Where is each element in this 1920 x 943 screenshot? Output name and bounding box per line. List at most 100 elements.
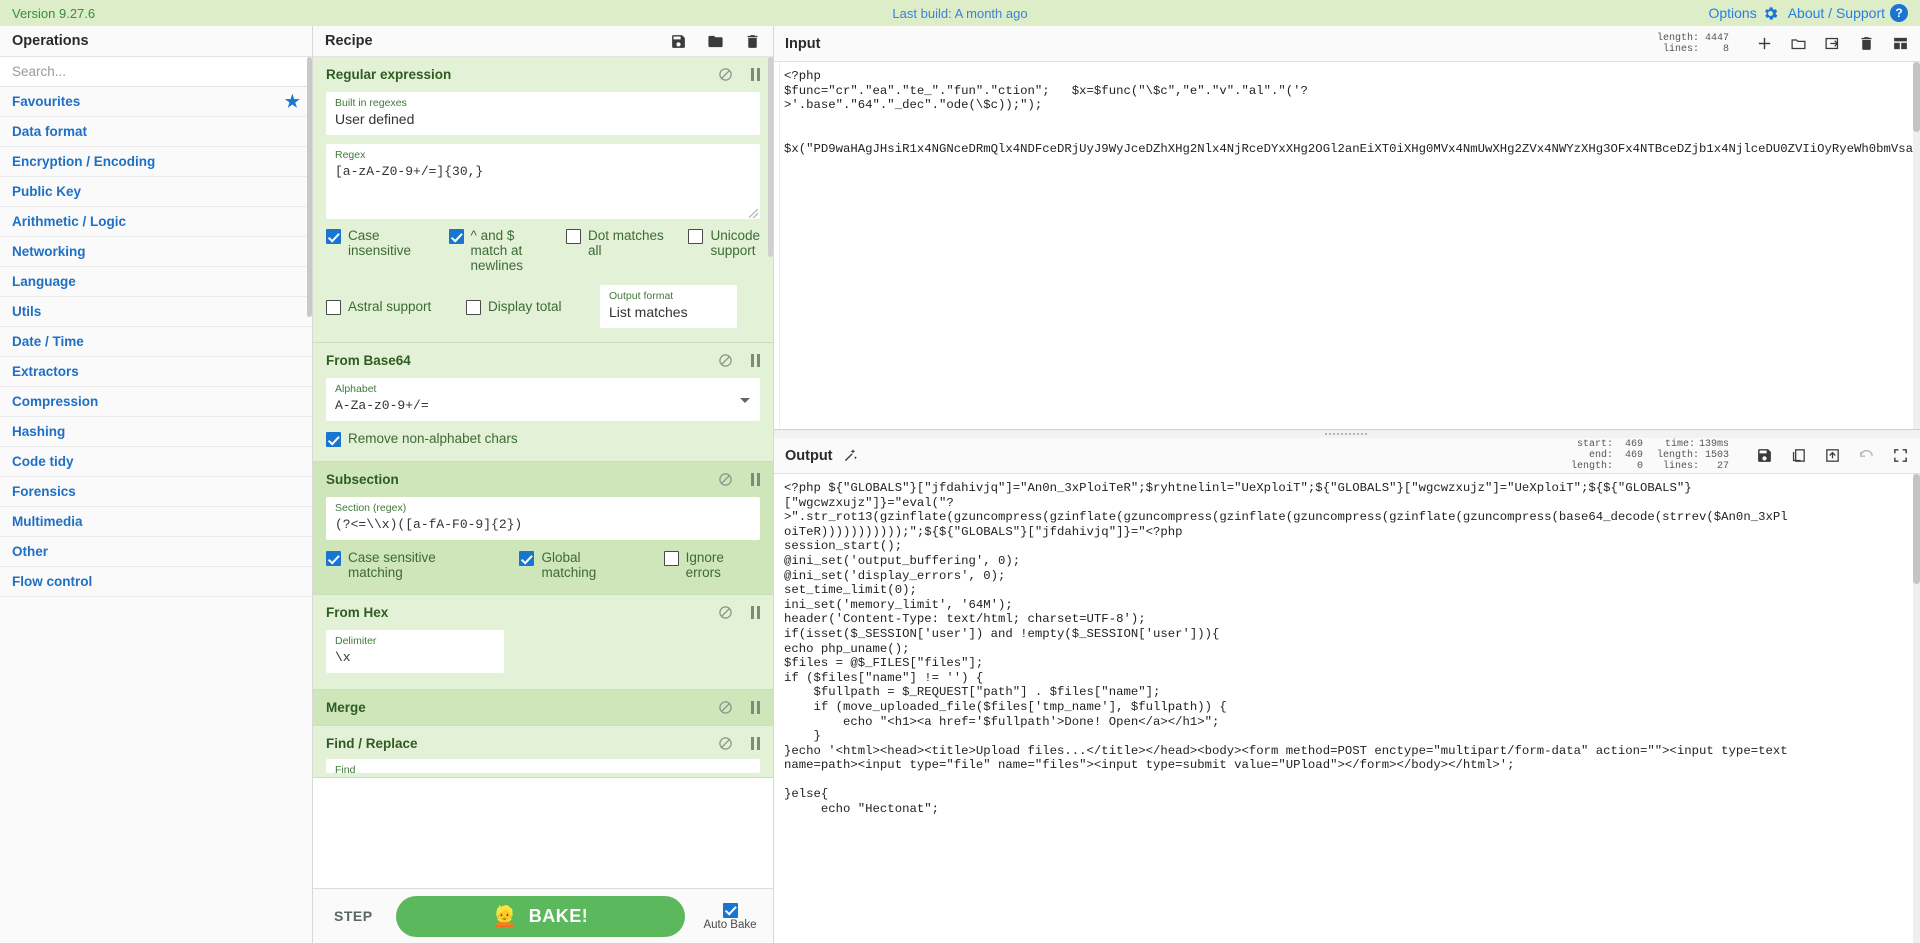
operations-category-data-format[interactable]: Data format: [0, 117, 312, 147]
breakpoint-pause-icon[interactable]: [750, 473, 760, 486]
operations-category-public-key[interactable]: Public Key: [0, 177, 312, 207]
output-format-field[interactable]: Output format List matches: [600, 285, 737, 328]
gear-icon[interactable]: [1762, 5, 1779, 22]
checkbox-display-total[interactable]: Display total: [466, 299, 578, 315]
recipe-op-from-base64[interactable]: From Base64 Alphabet A-Za-z0-9+/= Remove…: [313, 343, 773, 462]
operations-category-hashing[interactable]: Hashing: [0, 417, 312, 447]
checkbox-box[interactable]: [722, 902, 738, 918]
checkbox-unicode-support[interactable]: Unicode support: [688, 228, 760, 258]
disable-icon[interactable]: [718, 605, 733, 620]
operations-category-code-tidy[interactable]: Code tidy: [0, 447, 312, 477]
operations-category-flow-control[interactable]: Flow control: [0, 567, 312, 597]
input-text[interactable]: <?php $func="cr"."ea"."te_"."fun"."ction…: [774, 62, 1920, 429]
save-icon[interactable]: [670, 33, 687, 50]
operations-category-language[interactable]: Language: [0, 267, 312, 297]
output-format-label: Output format: [609, 290, 674, 302]
output-scrollbar[interactable]: [1913, 474, 1920, 943]
save-icon[interactable]: [1756, 447, 1773, 464]
builtin-regexes-field[interactable]: Built in regexes User defined: [326, 92, 760, 135]
breakpoint-pause-icon[interactable]: [750, 68, 760, 81]
checkbox-box[interactable]: [663, 551, 679, 566]
search-input[interactable]: [0, 57, 312, 86]
alphabet-field[interactable]: Alphabet A-Za-z0-9+/=: [326, 378, 760, 421]
maximise-icon[interactable]: [1892, 447, 1909, 464]
operations-category-other[interactable]: Other: [0, 537, 312, 567]
operations-category-utils[interactable]: Utils: [0, 297, 312, 327]
recipe-op-subsection[interactable]: Subsection Section (regex) (?<=\\x)([a-f…: [313, 462, 773, 595]
bake-button[interactable]: 👱 BAKE!: [395, 895, 685, 937]
find-field[interactable]: Find: [326, 759, 760, 773]
open-folder-icon[interactable]: [1790, 35, 1807, 52]
add-tab-icon[interactable]: [1756, 35, 1773, 52]
section-regex-field[interactable]: Section (regex) (?<=\\x)([a-fA-F0-9]{2}): [326, 497, 760, 540]
operations-category-forensics[interactable]: Forensics: [0, 477, 312, 507]
tabs-icon[interactable]: [1892, 35, 1909, 52]
checkbox-box[interactable]: [565, 229, 581, 244]
about-support-link[interactable]: About / Support ?: [1788, 4, 1908, 22]
io-splitter[interactable]: [774, 430, 1920, 438]
breakpoint-pause-icon[interactable]: [750, 701, 760, 714]
operations-category-date-time[interactable]: Date / Time: [0, 327, 312, 357]
operations-category-multimedia[interactable]: Multimedia: [0, 507, 312, 537]
recipe-op-regular-expression[interactable]: Regular expression Built in regexes User…: [313, 57, 773, 343]
checkbox-case-sensitive-matching[interactable]: Case sensitive matching: [326, 550, 489, 580]
magic-wand-icon[interactable]: [842, 447, 859, 464]
checkbox-box[interactable]: [688, 229, 704, 244]
output-text[interactable]: <?php ${"GLOBALS"}["jfdahivjq"]="An0n_3x…: [774, 474, 1920, 943]
recipe-op-from-hex[interactable]: From Hex Delimiter \x: [313, 595, 773, 690]
recipe-scrollbar[interactable]: [768, 57, 773, 257]
input-scrollbar[interactable]: [1913, 62, 1920, 429]
operations-category-extractors[interactable]: Extractors: [0, 357, 312, 387]
recipe-op-merge[interactable]: Merge: [313, 690, 773, 726]
recipe-op-find-replace[interactable]: Find / Replace Find: [313, 726, 773, 778]
checkbox-dot-matches-all[interactable]: Dot matches all: [565, 228, 667, 258]
disable-icon[interactable]: [718, 353, 733, 368]
checkbox-box[interactable]: [326, 551, 341, 566]
replace-input-icon[interactable]: [1824, 447, 1841, 464]
checkbox-case-insensitive[interactable]: Case insensitive: [326, 228, 427, 258]
undo-icon[interactable]: [1858, 447, 1875, 464]
checkbox-global-matching[interactable]: Global matching: [519, 550, 635, 580]
checkbox-box[interactable]: [519, 551, 535, 566]
checkbox-astral-support[interactable]: Astral support: [326, 299, 444, 315]
chevron-down-icon[interactable]: [740, 397, 750, 403]
checkbox-caret-dollar-newlines[interactable]: ^ and $ match at newlines: [448, 228, 544, 273]
operations-category-networking[interactable]: Networking: [0, 237, 312, 267]
options-link[interactable]: Options: [1708, 5, 1778, 22]
checkbox-ignore-errors[interactable]: Ignore errors: [663, 550, 760, 580]
stat-value: 0: [1636, 461, 1643, 472]
checkbox-box[interactable]: [326, 432, 341, 447]
disable-icon[interactable]: [718, 700, 733, 715]
output-editor[interactable]: <?php ${"GLOBALS"}["jfdahivjq"]="An0n_3x…: [774, 474, 1920, 943]
checkbox-box[interactable]: [448, 229, 464, 244]
operations-scrollbar[interactable]: [307, 57, 312, 943]
star-icon[interactable]: ★: [285, 92, 300, 112]
disable-icon[interactable]: [718, 472, 733, 487]
breakpoint-pause-icon[interactable]: [750, 737, 760, 750]
breakpoint-pause-icon[interactable]: [750, 606, 760, 619]
step-button[interactable]: STEP: [325, 908, 382, 924]
checkbox-remove-non-alphabet-chars[interactable]: Remove non-alphabet chars: [326, 431, 518, 447]
copy-icon[interactable]: [1790, 447, 1807, 464]
delimiter-field[interactable]: Delimiter \x: [326, 630, 504, 673]
question-mark-icon[interactable]: ?: [1890, 4, 1908, 22]
checkbox-box[interactable]: [326, 299, 341, 315]
auto-bake-toggle[interactable]: Auto Bake: [699, 902, 761, 931]
disable-icon[interactable]: [718, 736, 733, 751]
operations-category-compression[interactable]: Compression: [0, 387, 312, 417]
resize-handle-icon[interactable]: [749, 209, 758, 218]
regex-field[interactable]: Regex [a-zA-Z0-9+/=]{30,}: [326, 144, 760, 219]
disable-icon[interactable]: [718, 67, 733, 82]
checkbox-box[interactable]: [466, 299, 481, 315]
operations-category-arithmetic-logic[interactable]: Arithmetic / Logic: [0, 207, 312, 237]
checkbox-box[interactable]: [326, 229, 341, 244]
breakpoint-pause-icon[interactable]: [750, 354, 760, 367]
operations-category-encryption-encoding[interactable]: Encryption / Encoding: [0, 147, 312, 177]
folder-open-icon[interactable]: [707, 33, 724, 50]
trash-icon[interactable]: [744, 33, 761, 50]
section-regex-value: (?<=\\x)([a-fA-F0-9]{2}): [335, 517, 523, 532]
open-input-icon[interactable]: [1824, 35, 1841, 52]
operations-category-favourites[interactable]: Favourites ★: [0, 87, 312, 117]
clear-icon[interactable]: [1858, 35, 1875, 52]
input-editor[interactable]: <?php $func="cr"."ea"."te_"."fun"."ction…: [774, 62, 1920, 430]
